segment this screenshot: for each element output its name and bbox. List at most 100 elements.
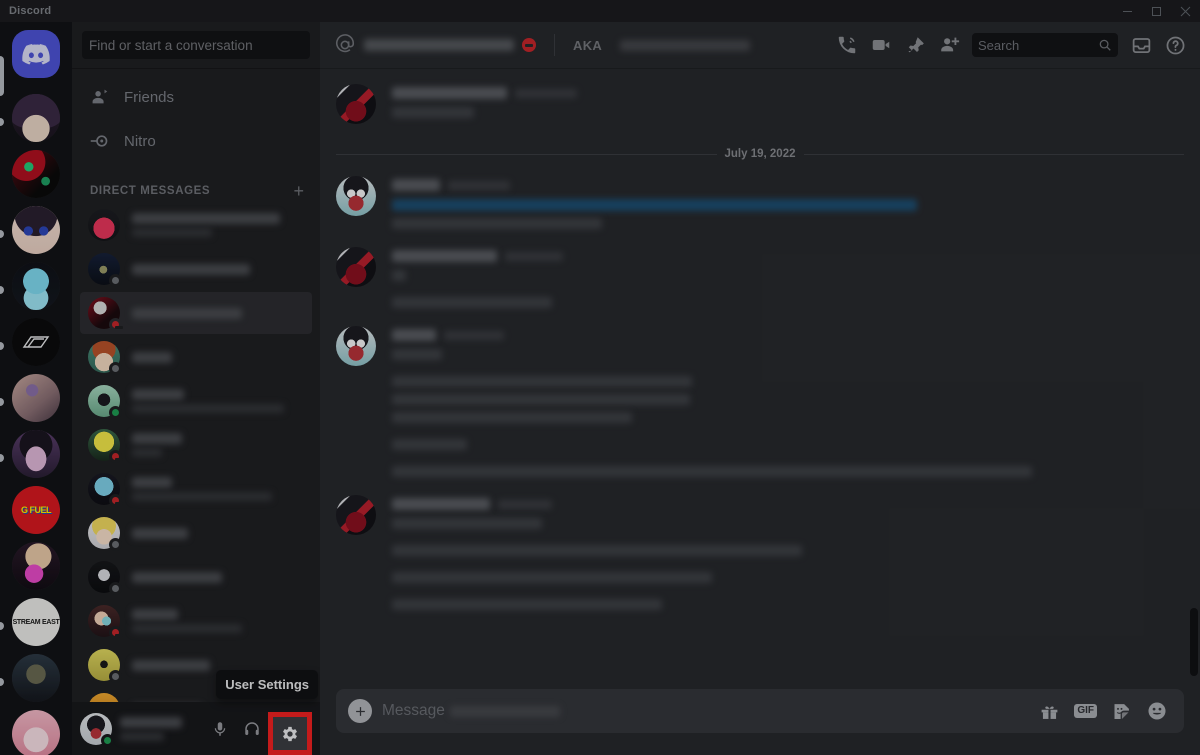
- status-badge: [109, 318, 123, 331]
- user-identity[interactable]: [120, 716, 196, 741]
- dm-item-text: [132, 213, 304, 237]
- guild-item-12[interactable]: [0, 710, 72, 755]
- dm-scroll-area[interactable]: Friends Nitro DIRECT MESSAGES +: [72, 68, 320, 702]
- emoji-button[interactable]: [1146, 700, 1168, 722]
- find-conversation-button[interactable]: Find or start a conversation: [82, 31, 310, 59]
- status-badge: [109, 670, 122, 683]
- date-divider-label: July 19, 2022: [724, 148, 796, 160]
- dm-list-item[interactable]: [80, 424, 312, 466]
- unread-pill: [0, 286, 4, 294]
- server-rail[interactable]: G FUEL STREAM EAST: [0, 22, 72, 755]
- sidebar-item-nitro[interactable]: Nitro: [80, 120, 312, 162]
- guild-avatar-1[interactable]: [12, 94, 60, 142]
- guild-item-3[interactable]: [0, 206, 72, 262]
- guild-avatar-3[interactable]: [12, 206, 60, 254]
- date-divider: July 19, 2022: [320, 148, 1200, 160]
- message-item[interactable]: [320, 174, 1200, 231]
- sticker-button[interactable]: [1111, 701, 1132, 722]
- status-badge: [109, 274, 122, 287]
- dm-list-item[interactable]: [80, 248, 312, 290]
- avatar[interactable]: [336, 326, 376, 366]
- guild-avatar-2[interactable]: [12, 150, 60, 198]
- status-badge: [109, 494, 123, 507]
- settings-button[interactable]: [268, 712, 312, 755]
- maximize-icon[interactable]: [1142, 0, 1171, 22]
- dm-list-item[interactable]: [80, 204, 312, 246]
- dm-list-item[interactable]: [80, 600, 312, 642]
- avatar[interactable]: [80, 712, 114, 747]
- message-text-redacted: [392, 412, 632, 423]
- start-voice-call-button[interactable]: [830, 28, 864, 62]
- dm-list-item[interactable]: [80, 336, 312, 378]
- dm-list-item[interactable]: [80, 380, 312, 422]
- close-icon[interactable]: [1171, 0, 1200, 22]
- guild-item-8[interactable]: G FUEL: [0, 486, 72, 542]
- guild-item-7[interactable]: [0, 430, 72, 486]
- plus-icon[interactable]: +: [293, 182, 304, 200]
- guild-item-6[interactable]: [0, 374, 72, 430]
- unread-pill: [0, 678, 4, 686]
- guild-avatar-9[interactable]: [12, 542, 60, 590]
- search-placeholder: Search: [978, 37, 1020, 53]
- guild-avatar-6[interactable]: [12, 374, 60, 422]
- guild-item-1[interactable]: [0, 94, 72, 150]
- guild-item-2[interactable]: [0, 150, 72, 206]
- guild-avatar-7[interactable]: [12, 430, 60, 478]
- message-item[interactable]: [320, 82, 1200, 126]
- home-button[interactable]: [12, 30, 60, 78]
- guild-avatar-12[interactable]: [12, 710, 60, 755]
- avatar[interactable]: [336, 176, 376, 216]
- message-input[interactable]: Message: [382, 702, 560, 720]
- start-video-call-button[interactable]: [864, 28, 898, 62]
- message-text-redacted: [392, 107, 474, 118]
- message-item[interactable]: [320, 245, 1200, 310]
- dm-nickname-redacted: [620, 39, 751, 51]
- plus-circle-icon[interactable]: [348, 699, 372, 723]
- guild-item-5[interactable]: [0, 318, 72, 374]
- message-input-box[interactable]: Message GIF: [336, 689, 1184, 733]
- message-scrollbar-thumb[interactable]: [1190, 608, 1198, 676]
- person-add-icon: [938, 34, 960, 56]
- avatar[interactable]: [336, 495, 376, 535]
- messages-container: July 19, 2022: [320, 82, 1200, 612]
- guild-avatar-streameast[interactable]: STREAM EAST: [12, 598, 60, 646]
- guild-label-gfuel: G FUEL: [21, 505, 52, 515]
- guild-avatar-11[interactable]: [12, 654, 60, 702]
- message-link-redacted[interactable]: [392, 199, 917, 211]
- divider-line: [803, 153, 1185, 155]
- guild-avatar-4[interactable]: [12, 262, 60, 310]
- minimize-icon[interactable]: [1113, 0, 1142, 22]
- avatar[interactable]: [336, 247, 376, 287]
- message-item[interactable]: [320, 493, 1200, 612]
- inbox-button[interactable]: [1124, 28, 1158, 62]
- message-line-gap: [392, 360, 1184, 369]
- avatar[interactable]: [336, 84, 376, 124]
- dm-name-redacted: [132, 307, 242, 319]
- message-item[interactable]: [320, 324, 1200, 479]
- add-friends-to-dm-button[interactable]: [932, 28, 966, 62]
- dm-list-item[interactable]: [80, 468, 312, 510]
- dm-list-item[interactable]: [80, 512, 312, 554]
- dm-item-text: [132, 389, 304, 413]
- deafen-button[interactable]: [236, 713, 268, 745]
- search-input[interactable]: Search: [972, 33, 1118, 57]
- dm-item-text: [132, 527, 304, 539]
- guild-item-9[interactable]: [0, 542, 72, 598]
- dm-item-text: [132, 477, 304, 501]
- guild-item-4[interactable]: [0, 262, 72, 318]
- dm-list-item[interactable]: [80, 556, 312, 598]
- pinned-messages-button[interactable]: [898, 28, 932, 62]
- guild-avatar-5[interactable]: [12, 318, 60, 366]
- guild-item-10[interactable]: STREAM EAST: [0, 598, 72, 654]
- mute-button[interactable]: [204, 713, 236, 745]
- channel-header: AKA Search: [320, 22, 1200, 68]
- guild-item-11[interactable]: [0, 654, 72, 710]
- dm-preview-redacted: [132, 624, 242, 633]
- help-button[interactable]: [1158, 28, 1192, 62]
- guild-avatar-gfuel[interactable]: G FUEL: [12, 486, 60, 534]
- message-list[interactable]: July 19, 2022: [320, 68, 1200, 689]
- sidebar-item-friends[interactable]: Friends: [80, 76, 312, 118]
- dm-list-item[interactable]: [80, 292, 312, 334]
- gif-button[interactable]: GIF: [1074, 704, 1097, 718]
- gift-button[interactable]: [1039, 701, 1060, 722]
